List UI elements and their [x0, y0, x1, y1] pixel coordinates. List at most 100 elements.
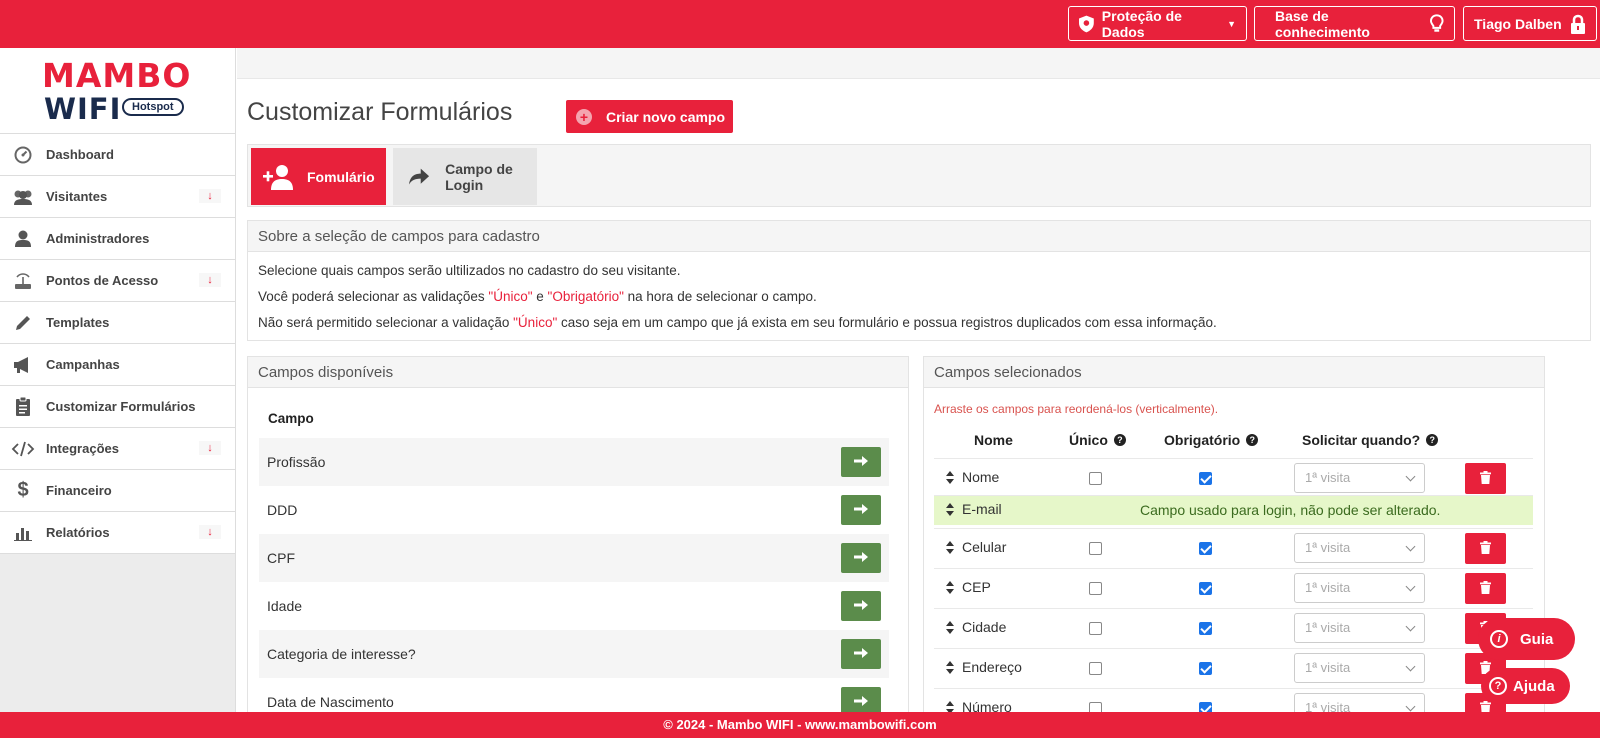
- bar-chart-icon: [0, 525, 46, 541]
- add-field-button[interactable]: [841, 591, 881, 621]
- selected-field-row[interactable]: Celular 1ª visita: [934, 528, 1533, 568]
- pencil-icon: [0, 314, 46, 332]
- delete-field-button[interactable]: [1465, 573, 1506, 604]
- request-when-select[interactable]: 1ª visita: [1294, 573, 1425, 603]
- dashboard-icon: [0, 146, 46, 164]
- available-field-row: Data de Nascimento: [259, 678, 889, 712]
- create-field-button[interactable]: + Criar novo campo: [566, 100, 733, 133]
- unique-checkbox[interactable]: [1089, 582, 1102, 595]
- drag-sort-icon[interactable]: [946, 503, 954, 516]
- sidebar-item-label: Administradores: [46, 231, 150, 246]
- selected-field-row[interactable]: CEP 1ª visita: [934, 568, 1533, 608]
- request-when-select[interactable]: 1ª visita: [1294, 613, 1425, 643]
- sidebar-item-administradores[interactable]: Administradores: [0, 218, 235, 260]
- sidebar-item-label: Campanhas: [46, 357, 120, 372]
- data-protection-menu[interactable]: Proteção de Dados ▼: [1068, 6, 1247, 41]
- tab-formulario[interactable]: Fomulário: [251, 148, 386, 205]
- expand-arrow-icon[interactable]: ↓: [199, 441, 221, 455]
- unique-checkbox[interactable]: [1089, 622, 1102, 635]
- help-button[interactable]: ? Ajuda: [1481, 668, 1570, 704]
- about-line-1: Selecione quais campos serão ultilizados…: [258, 263, 681, 278]
- help-icon[interactable]: ?: [1113, 434, 1126, 446]
- available-field-row: CPF: [259, 534, 889, 582]
- required-checkbox[interactable]: [1199, 622, 1212, 635]
- trash-icon: [1480, 470, 1491, 487]
- available-field-name: Categoria de interesse?: [267, 646, 416, 662]
- logo-hotspot-badge: Hotspot: [122, 98, 184, 116]
- drag-sort-icon[interactable]: [946, 581, 954, 594]
- request-when-select[interactable]: 1ª visita: [1294, 533, 1425, 563]
- arrow-right-icon: [854, 598, 868, 614]
- drag-sort-icon[interactable]: [946, 471, 954, 484]
- available-field-name: Profissão: [267, 454, 326, 470]
- logo[interactable]: MAMBO WIFI Hotspot: [0, 48, 235, 134]
- sidebar: MAMBO WIFI Hotspot Dashboard Visitantes ↓ A…: [0, 48, 236, 712]
- unique-checkbox[interactable]: [1089, 472, 1102, 485]
- required-checkbox[interactable]: [1199, 472, 1212, 485]
- selected-field-row[interactable]: Número 1ª visita: [934, 688, 1533, 712]
- sidebar-item-relat-rios[interactable]: Relatórios ↓: [0, 512, 235, 554]
- selected-field-name: Endereço: [946, 659, 1022, 675]
- available-field-name: Idade: [267, 598, 303, 614]
- drag-sort-icon[interactable]: [946, 661, 954, 674]
- delete-field-button[interactable]: [1465, 533, 1506, 564]
- help-icon[interactable]: ?: [1426, 434, 1439, 446]
- drag-sort-icon[interactable]: [946, 701, 954, 712]
- col-nome: Nome: [974, 432, 1013, 448]
- expand-arrow-icon[interactable]: ↓: [199, 189, 221, 203]
- add-field-button[interactable]: [841, 687, 881, 712]
- breadcrumb-strip: [237, 48, 1600, 79]
- add-field-button[interactable]: [841, 639, 881, 669]
- guide-label: Guia: [1520, 630, 1554, 648]
- drag-sort-icon[interactable]: [946, 621, 954, 634]
- selected-field-row[interactable]: E-mail Campo usado para login, não pode s…: [934, 495, 1533, 525]
- help-icon[interactable]: ?: [1246, 434, 1259, 446]
- available-fields-panel: Campos disponíveis Campo Profissão DDD CPF…: [247, 356, 909, 712]
- request-when-select[interactable]: 1ª visita: [1294, 463, 1425, 493]
- required-checkbox[interactable]: [1199, 662, 1212, 675]
- info-icon: i: [1490, 630, 1508, 648]
- caret-down-icon: ▼: [1227, 18, 1236, 29]
- sidebar-item-dashboard[interactable]: Dashboard: [0, 134, 235, 176]
- selected-field-row[interactable]: Cidade 1ª visita: [934, 608, 1533, 648]
- sidebar-item-pontos-de-acesso[interactable]: Pontos de Acesso ↓: [0, 260, 235, 302]
- sidebar-item-visitantes[interactable]: Visitantes ↓: [0, 176, 235, 218]
- request-when-select[interactable]: 1ª visita: [1294, 693, 1425, 712]
- unique-checkbox[interactable]: [1089, 662, 1102, 675]
- selected-field-row[interactable]: Nome 1ª visita: [934, 458, 1533, 498]
- sidebar-item-templates[interactable]: Templates: [0, 302, 235, 344]
- footer: © 2024 - Mambo WIFI - www.mambowifi.com: [0, 712, 1600, 738]
- expand-arrow-icon[interactable]: ↓: [199, 273, 221, 287]
- required-checkbox[interactable]: [1199, 702, 1212, 712]
- sidebar-item-label: Dashboard: [46, 147, 114, 162]
- add-field-button[interactable]: [841, 447, 881, 477]
- unique-checkbox[interactable]: [1089, 542, 1102, 555]
- guide-button[interactable]: i Guia: [1478, 618, 1575, 660]
- lock-icon: [1570, 14, 1585, 34]
- sidebar-item-campanhas[interactable]: Campanhas: [0, 344, 235, 386]
- tab-campo-login-label: Campo de Login: [445, 160, 513, 193]
- sidebar-item-customizar-formul-rios[interactable]: Customizar Formulários: [0, 386, 235, 428]
- megaphone-icon: [0, 356, 46, 373]
- user-menu[interactable]: Tiago Dalben: [1463, 6, 1597, 41]
- sidebar-item-integra-es[interactable]: Integrações ↓: [0, 428, 235, 470]
- tab-campo-login[interactable]: Campo de Login: [393, 148, 537, 205]
- required-checkbox[interactable]: [1199, 542, 1212, 555]
- drag-sort-icon[interactable]: [946, 541, 954, 554]
- request-when-select[interactable]: 1ª visita: [1294, 653, 1425, 683]
- expand-arrow-icon[interactable]: ↓: [199, 525, 221, 539]
- col-solicitar: Solicitar quando??: [1302, 432, 1439, 448]
- unique-checkbox[interactable]: [1089, 702, 1102, 712]
- delete-field-button[interactable]: [1465, 463, 1506, 494]
- knowledge-base-button[interactable]: Base de conhecimento: [1254, 6, 1455, 41]
- selected-field-name: CEP: [946, 579, 991, 595]
- required-checkbox[interactable]: [1199, 582, 1212, 595]
- available-field-row: Idade: [259, 582, 889, 630]
- page-title: Customizar Formulários: [247, 98, 513, 126]
- sidebar-item-label: Relatórios: [46, 525, 110, 540]
- add-field-button[interactable]: [841, 543, 881, 573]
- add-field-button[interactable]: [841, 495, 881, 525]
- sidebar-item-financeiro[interactable]: $ Financeiro: [0, 470, 235, 512]
- selected-field-row[interactable]: Endereço 1ª visita: [934, 648, 1533, 688]
- trash-icon: [1480, 540, 1491, 557]
